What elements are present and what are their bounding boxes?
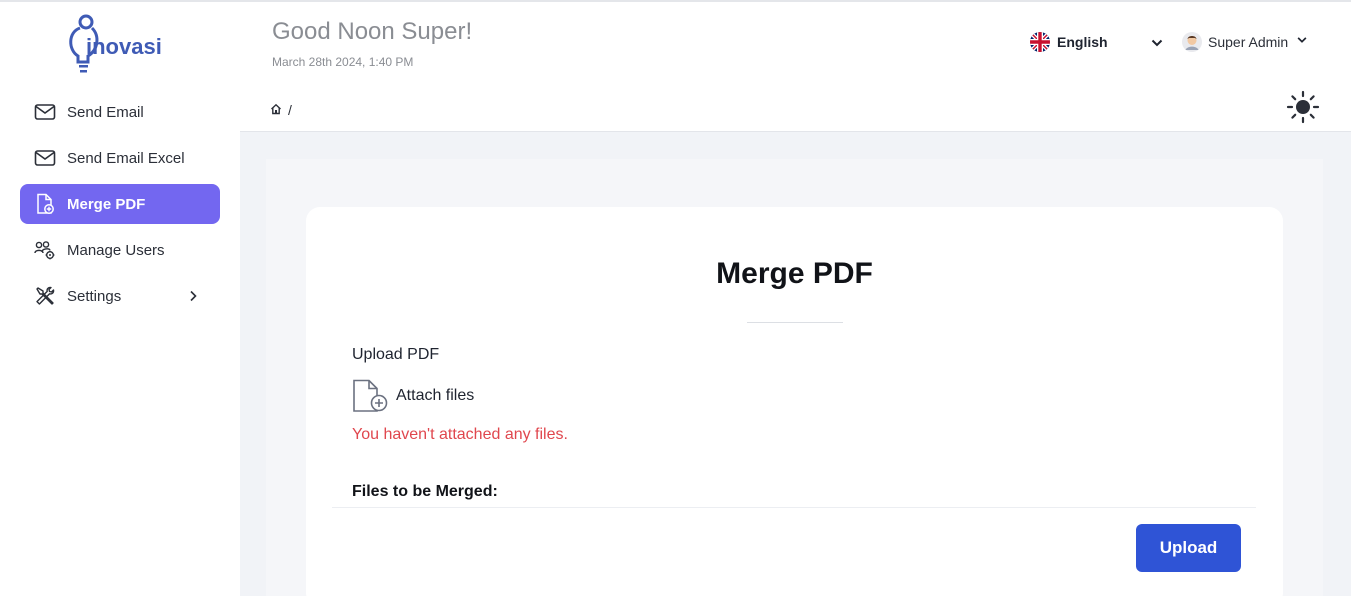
sidebar-item-label: Settings — [67, 287, 122, 305]
files-to-merge-heading: Files to be Merged: — [352, 483, 498, 500]
sidebar-item-label: Send Email — [67, 103, 144, 121]
sun-icon — [1286, 90, 1320, 124]
breadcrumb-bar: / — [240, 80, 1351, 132]
mail-icon — [34, 101, 56, 123]
sidebar-item-send-email[interactable]: Send Email — [20, 92, 220, 132]
chevron-down-icon[interactable] — [1150, 36, 1164, 50]
file-plus-icon — [352, 379, 388, 413]
home-icon[interactable] — [270, 102, 282, 118]
title-divider — [747, 322, 843, 323]
language-selector[interactable]: English — [1030, 32, 1108, 52]
users-gear-icon — [34, 239, 56, 261]
merge-pdf-card: Merge PDF Upload PDF Attach files You ha… — [306, 207, 1283, 596]
sidebar: inovasi Send Email Send Email Excel Merg… — [0, 2, 240, 596]
app-logo[interactable]: inovasi — [66, 14, 176, 74]
sidebar-item-merge-pdf[interactable]: Merge PDF — [20, 184, 220, 224]
upload-pdf-label: Upload PDF — [352, 346, 440, 363]
chevron-right-icon — [188, 290, 200, 302]
no-files-error: You haven't attached any files. — [352, 426, 568, 443]
user-menu[interactable]: Super Admin — [1182, 32, 1308, 52]
user-name: Super Admin — [1208, 34, 1289, 50]
sidebar-nav: Send Email Send Email Excel Merge PDF Ma… — [20, 92, 220, 322]
sidebar-item-label: Manage Users — [67, 241, 165, 259]
avatar — [1182, 32, 1202, 52]
files-list-divider — [332, 507, 1256, 508]
theme-toggle-button[interactable] — [1286, 90, 1320, 124]
chevron-down-icon — [1296, 33, 1308, 51]
sidebar-item-send-email-excel[interactable]: Send Email Excel — [20, 138, 220, 178]
language-label: English — [1057, 34, 1108, 50]
file-plus-icon — [34, 193, 56, 215]
main-content: Merge PDF Upload PDF Attach files You ha… — [266, 159, 1323, 596]
tools-icon — [34, 285, 56, 307]
breadcrumb-separator: / — [288, 102, 292, 118]
greeting-text: Good Noon Super! — [272, 18, 473, 45]
sidebar-item-manage-users[interactable]: Manage Users — [20, 230, 220, 270]
upload-button[interactable]: Upload — [1136, 524, 1241, 572]
sidebar-item-label: Send Email Excel — [67, 149, 185, 167]
top-header: Good Noon Super! March 28th 2024, 1:40 P… — [240, 2, 1351, 80]
logo-text: inovasi — [86, 34, 162, 59]
breadcrumb: / — [270, 102, 292, 118]
page-title: Merge PDF — [716, 257, 873, 290]
mail-icon — [34, 147, 56, 169]
sidebar-item-settings[interactable]: Settings — [20, 276, 220, 316]
current-datetime: March 28th 2024, 1:40 PM — [272, 55, 414, 69]
attach-files-label: Attach files — [396, 387, 475, 404]
attach-files-button[interactable]: Attach files — [352, 379, 474, 413]
uk-flag-icon — [1030, 32, 1050, 52]
sidebar-item-label: Merge PDF — [67, 195, 146, 213]
